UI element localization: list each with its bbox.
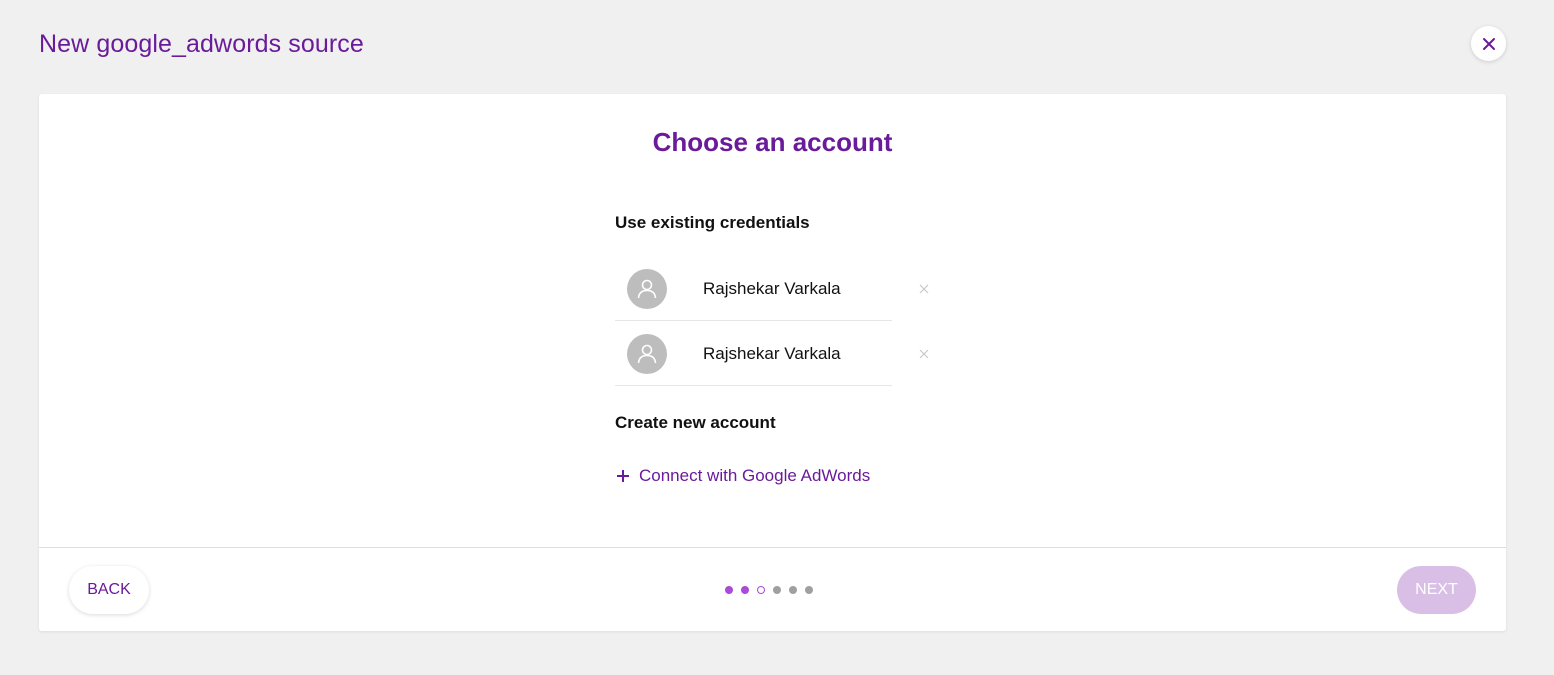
credentials-list: Rajshekar Varkala Rajshekar Varkala [615,256,945,386]
remove-credential-button[interactable] [915,280,933,298]
avatar [627,333,667,374]
close-button[interactable] [1471,26,1506,61]
plus-icon [615,468,631,484]
next-button[interactable]: NEXT [1397,566,1476,614]
create-account-label: Create new account [615,413,776,432]
close-icon [919,349,929,359]
footer-divider [39,547,1506,548]
wizard-card: Choose an account Use existing credentia… [39,94,1506,631]
divider [615,385,892,386]
back-button[interactable]: BACK [69,566,149,614]
credential-row[interactable]: Rajshekar Varkala [615,256,945,321]
connect-link-label: Connect with Google AdWords [639,466,871,485]
step-indicator [725,586,813,594]
step-dot [805,586,813,594]
step-dot [789,586,797,594]
existing-credentials-label: Use existing credentials [615,213,810,232]
close-icon [1482,37,1495,50]
credential-name: Rajshekar Varkala [703,278,841,298]
credential-row[interactable]: Rajshekar Varkala [615,321,945,386]
remove-credential-button[interactable] [915,345,933,363]
close-icon [919,284,929,294]
step-dot [773,586,781,594]
connect-google-adwords-link[interactable]: Connect with Google AdWords [615,466,870,486]
user-icon [637,279,657,298]
user-icon [637,344,657,363]
card-heading: Choose an account [652,127,893,157]
step-dot [757,586,765,594]
step-dot [725,586,733,594]
credential-name: Rajshekar Varkala [703,343,841,363]
page-title: New google_adwords source [39,30,364,58]
avatar [627,268,667,309]
step-dot [741,586,749,594]
